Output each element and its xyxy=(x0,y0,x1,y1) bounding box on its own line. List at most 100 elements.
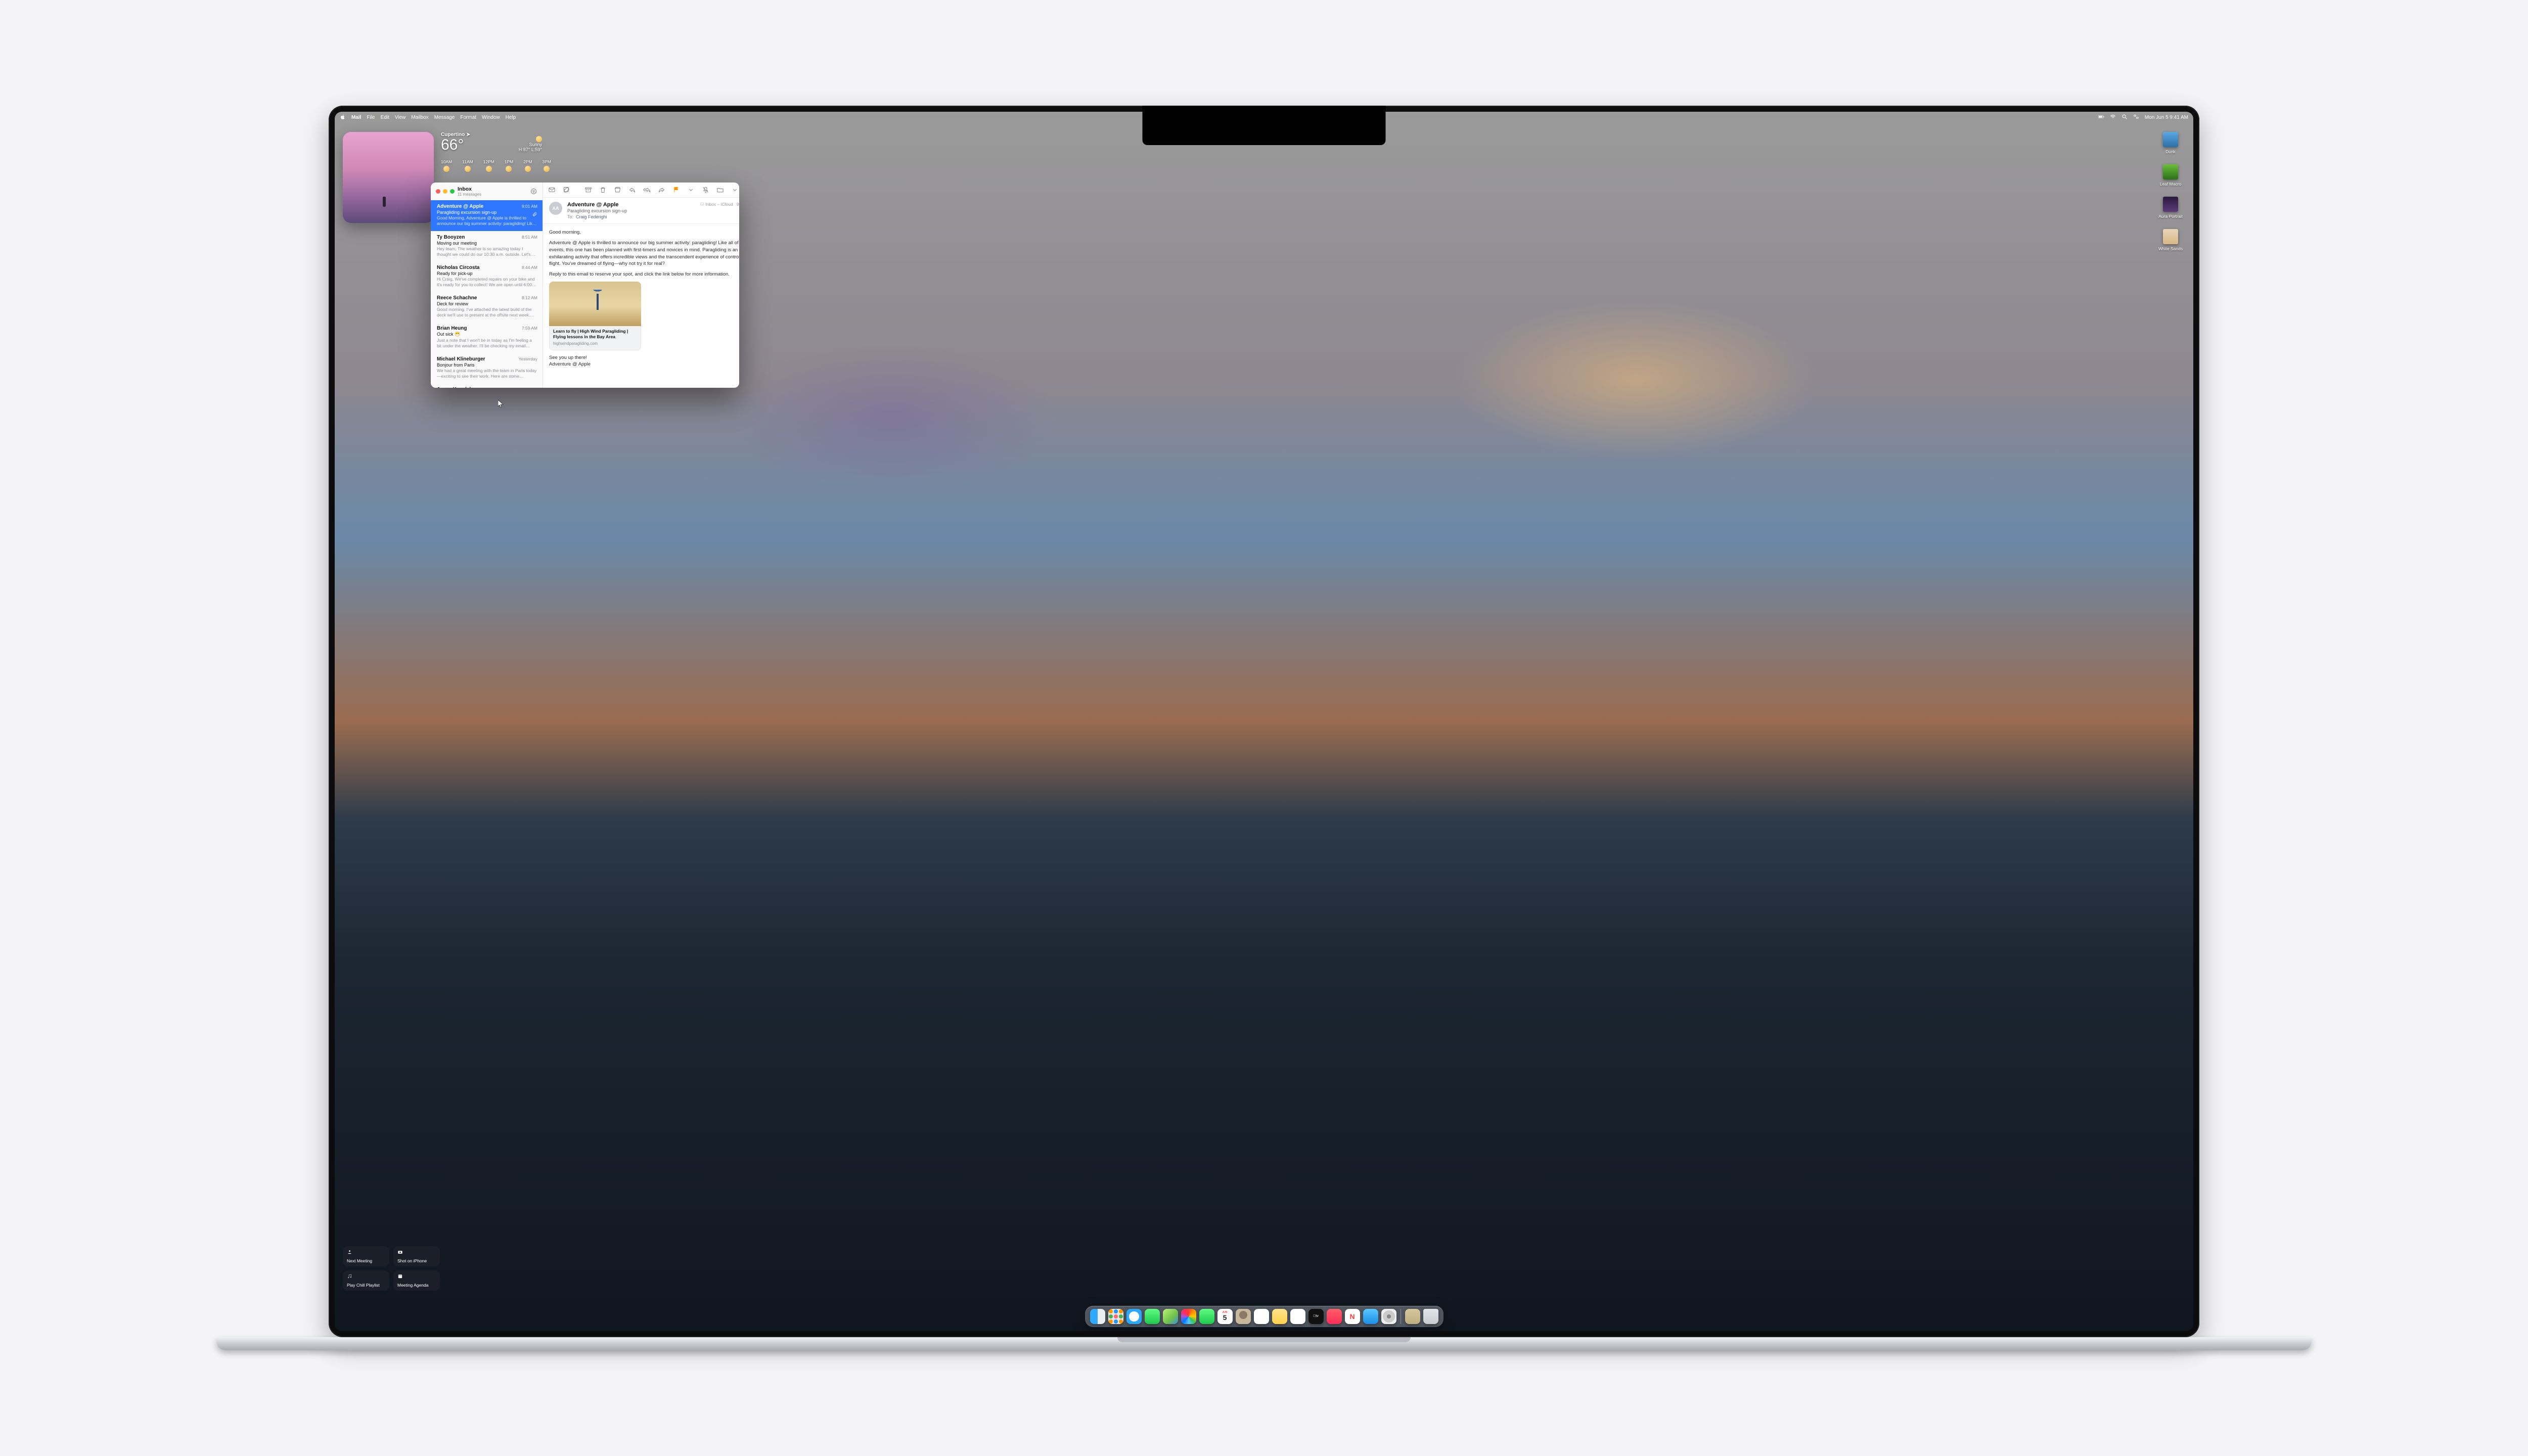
dock-app-contacts[interactable] xyxy=(1236,1309,1251,1324)
message-list-item[interactable]: Brian Heung7:59 AMOut sick 😷Just a note … xyxy=(431,322,543,353)
shortcut-meeting-agenda[interactable]: Meeting Agenda xyxy=(393,1270,440,1291)
body-line: See you up there! xyxy=(549,354,739,361)
person-icon xyxy=(347,1249,352,1255)
message-list-item[interactable]: Nicholas Circosta8:44 AMReady for pick-u… xyxy=(431,261,543,292)
weather-hilo: H:87° L:59° xyxy=(519,147,542,152)
chevron-down-icon[interactable] xyxy=(731,186,739,194)
desktop-file-label: White Sands xyxy=(2158,246,2183,251)
message-list-item[interactable]: Adventure @ Apple9:01 AMParagliding excu… xyxy=(431,200,543,231)
reply-all-icon[interactable] xyxy=(643,186,651,194)
message-list-item[interactable]: Jenna KovalskyYesterdayWild ideaHi Craig… xyxy=(431,383,543,388)
junk-icon[interactable] xyxy=(614,186,621,194)
menu-message[interactable]: Message xyxy=(434,115,455,120)
menu-edit[interactable]: Edit xyxy=(381,115,389,120)
message-mailbox: Inbox – iCloud xyxy=(705,202,733,207)
archive-icon[interactable] xyxy=(584,186,592,194)
menubar-clock[interactable]: Mon Jun 5 9:41 AM xyxy=(2145,115,2188,120)
dock-app-freeform[interactable] xyxy=(1290,1309,1305,1324)
dock-app-launchpad[interactable] xyxy=(1108,1309,1123,1324)
dock-app-settings[interactable] xyxy=(1381,1309,1396,1324)
desktop-icons: Dunk Leaf Macro Aura Portrait White Sand… xyxy=(2156,132,2185,251)
desktop-file-leaf-macro[interactable]: Leaf Macro xyxy=(2156,164,2185,187)
list-time: Yesterday xyxy=(519,356,538,361)
desktop-file-dunk[interactable]: Dunk xyxy=(2156,132,2185,154)
mail-message-list-pane: Inbox 11 messages Adventure @ Apple9:01 … xyxy=(431,183,543,388)
photos-widget[interactable] xyxy=(343,132,434,223)
dock-app-messages[interactable] xyxy=(1145,1309,1160,1324)
trash-icon[interactable] xyxy=(599,186,607,194)
sun-icon xyxy=(443,166,449,172)
menu-format[interactable]: Format xyxy=(460,115,476,120)
flag-icon[interactable] xyxy=(672,186,680,194)
dock-app-notes[interactable] xyxy=(1272,1309,1287,1324)
wifi-icon[interactable] xyxy=(2110,114,2116,121)
link-preview-image xyxy=(549,282,641,326)
control-center-icon[interactable] xyxy=(2133,114,2139,121)
message-list-item[interactable]: Reece Schachne8:12 AMDeck for reviewGood… xyxy=(431,292,543,322)
list-time: 8:51 AM xyxy=(522,235,537,240)
body-line: Good morning, xyxy=(549,229,739,236)
cursor-icon xyxy=(498,400,504,408)
envelope-icon[interactable] xyxy=(548,186,556,194)
message-header: AA Adventure @ Apple Paragliding excursi… xyxy=(543,198,739,224)
dock-trash[interactable] xyxy=(1423,1309,1438,1324)
dock-app-calendar[interactable]: JUN5 xyxy=(1217,1309,1233,1324)
menu-window[interactable]: Window xyxy=(482,115,500,120)
dock-app-maps[interactable] xyxy=(1163,1309,1178,1324)
compose-icon[interactable] xyxy=(563,186,570,194)
dock-app-reminders[interactable] xyxy=(1254,1309,1269,1324)
list-time: 9:01 AM xyxy=(522,204,537,209)
menu-help[interactable]: Help xyxy=(506,115,516,120)
dock-app-news[interactable]: N xyxy=(1345,1309,1360,1324)
move-icon[interactable] xyxy=(716,186,724,194)
chevron-down-icon[interactable] xyxy=(687,186,695,194)
mail-toolbar xyxy=(543,183,739,198)
message-list-item[interactable]: Ty Booyzen8:51 AMMoving our meetingHey t… xyxy=(431,231,543,261)
apple-menu[interactable] xyxy=(340,114,346,121)
shortcut-shot-on-iphone[interactable]: Shot on iPhone xyxy=(393,1246,440,1266)
sun-icon xyxy=(506,166,512,172)
menu-file[interactable]: File xyxy=(367,115,375,120)
list-subject: Deck for review xyxy=(437,301,537,306)
dock-app-photos[interactable] xyxy=(1181,1309,1196,1324)
mute-icon[interactable] xyxy=(702,186,709,194)
list-time: 7:59 AM xyxy=(522,326,537,331)
app-name-menu[interactable]: Mail xyxy=(351,115,361,120)
dock-folder[interactable] xyxy=(1405,1309,1420,1324)
spotlight-icon[interactable] xyxy=(2121,114,2128,121)
list-preview: Hi Craig, We've completed repairs on you… xyxy=(437,277,537,288)
window-minimize-button[interactable] xyxy=(443,189,447,194)
dock-app-music[interactable] xyxy=(1327,1309,1342,1324)
body-line: Adventure @ Apple xyxy=(549,361,739,368)
list-time: 8:44 AM xyxy=(522,265,537,270)
weather-widget[interactable]: Cupertino ➤ 66° Sunny H:87° L:59° 10AM 1… xyxy=(441,132,542,188)
dock-app-app-store[interactable] xyxy=(1363,1309,1378,1324)
dock-app-safari[interactable] xyxy=(1126,1309,1142,1324)
menu-mailbox[interactable]: Mailbox xyxy=(411,115,428,120)
sun-icon xyxy=(536,136,542,142)
shortcut-play-chill-playlist[interactable]: Play Chill Playlist xyxy=(343,1270,389,1291)
mailbox-count: 11 messages xyxy=(458,192,481,197)
desktop-file-white-sands[interactable]: White Sands xyxy=(2156,229,2185,251)
shortcut-next-meeting[interactable]: Next Meeting xyxy=(343,1246,389,1266)
message-time: 9:01 AM xyxy=(737,202,739,207)
list-preview: Good Morning, Adventure @ Apple is thril… xyxy=(437,215,537,226)
menu-view[interactable]: View xyxy=(395,115,406,120)
reply-icon[interactable] xyxy=(628,186,636,194)
message-list[interactable]: Adventure @ Apple9:01 AMParagliding excu… xyxy=(431,200,543,388)
macbook-frame: Mail File Edit View Mailbox Message Form… xyxy=(329,106,2199,1350)
message-list-item[interactable]: Michael KlineburgerYesterdayBonjour from… xyxy=(431,353,543,383)
dock-app-tv[interactable]: tv xyxy=(1308,1309,1324,1324)
dock-app-finder[interactable] xyxy=(1090,1309,1105,1324)
battery-icon[interactable] xyxy=(2098,114,2104,121)
filter-icon[interactable] xyxy=(530,188,537,195)
desktop-file-aura-portrait[interactable]: Aura Portrait xyxy=(2156,197,2185,219)
link-preview-title: Learn to fly | High Wind Paragliding | F… xyxy=(553,329,637,340)
window-close-button[interactable] xyxy=(436,189,440,194)
link-preview-card[interactable]: Learn to fly | High Wind Paragliding | F… xyxy=(549,282,641,350)
window-zoom-button[interactable] xyxy=(450,189,455,194)
camera-icon xyxy=(397,1249,403,1255)
forward-icon[interactable] xyxy=(658,186,665,194)
calendar-icon xyxy=(397,1273,403,1279)
dock-app-facetime[interactable] xyxy=(1199,1309,1214,1324)
